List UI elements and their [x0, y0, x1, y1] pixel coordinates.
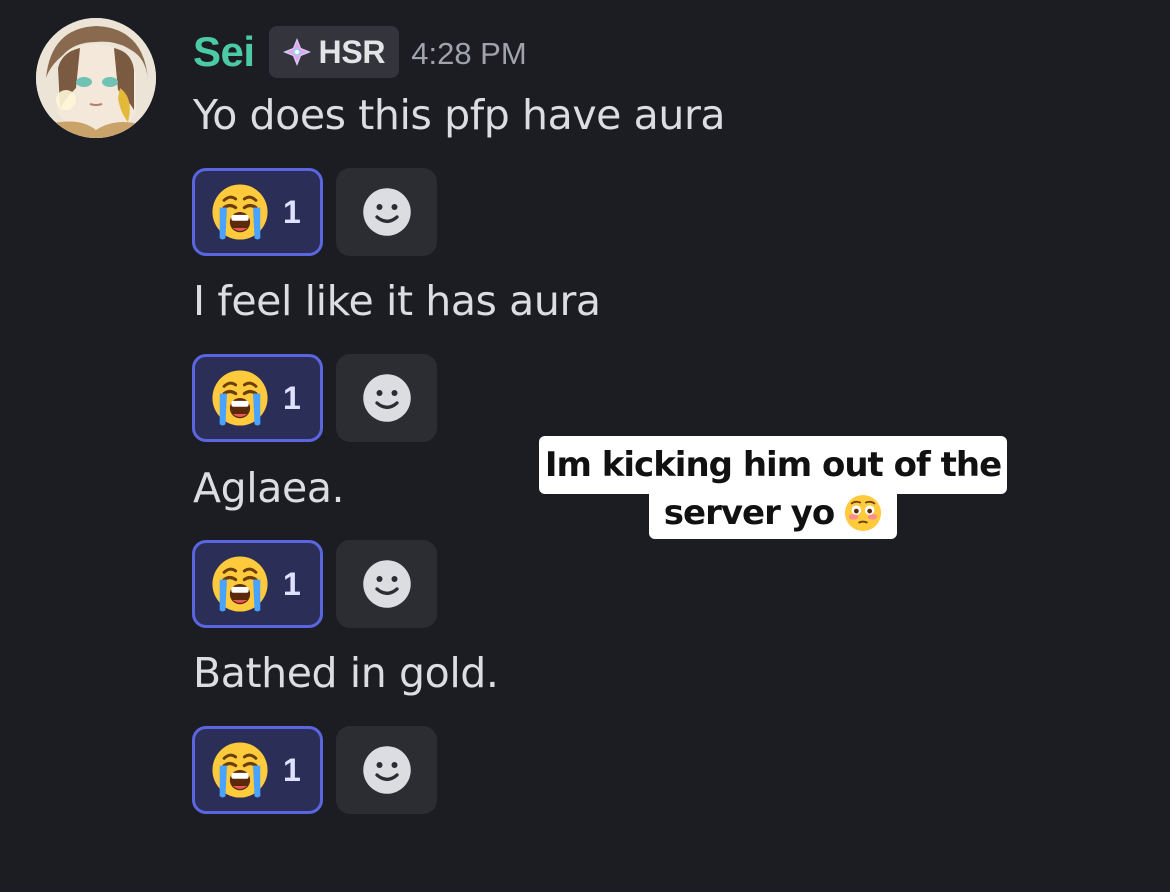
smiley-face-icon	[361, 187, 412, 237]
avatar-image	[36, 18, 156, 138]
author-name[interactable]: Sei	[193, 28, 255, 76]
smiley-face-icon	[361, 745, 412, 795]
avatar[interactable]	[36, 18, 156, 138]
message-text-4: Bathed in gold.	[193, 649, 499, 697]
reaction-loudly-crying-face[interactable]: 1	[192, 354, 323, 442]
add-reaction-button[interactable]	[336, 540, 437, 628]
reaction-count: 1	[283, 565, 301, 602]
caption-text-1: Im kicking him out of the	[544, 445, 1002, 485]
loudly-crying-face-icon	[211, 369, 269, 427]
smiley-face-icon	[361, 373, 412, 423]
reaction-loudly-crying-face[interactable]: 1	[192, 726, 323, 814]
loudly-crying-face-icon	[211, 555, 269, 613]
reaction-bar-3: 1	[192, 540, 437, 628]
loudly-crying-face-icon	[211, 741, 269, 799]
overlay-caption-line-2: server yo	[649, 486, 897, 539]
reaction-bar-4: 1	[192, 726, 437, 814]
reaction-count: 1	[283, 193, 301, 230]
add-reaction-button[interactable]	[336, 354, 437, 442]
loudly-crying-face-icon	[211, 183, 269, 241]
server-tag-label: HSR	[318, 33, 386, 70]
diamond-sparkle-icon	[282, 38, 311, 66]
smiley-face-icon	[361, 559, 412, 609]
server-tag[interactable]: HSR	[268, 26, 400, 78]
reaction-count: 1	[283, 379, 301, 416]
message-text-3: Aglaea.	[193, 464, 345, 512]
message-header: Sei HSR 4:28 PM	[193, 25, 527, 79]
add-reaction-button[interactable]	[336, 726, 437, 814]
reaction-bar-2: 1	[192, 354, 437, 442]
flushed-face-icon	[845, 494, 882, 531]
reaction-bar-1: 1	[192, 168, 437, 256]
reaction-count: 1	[283, 751, 301, 788]
message-text-2: I feel like it has aura	[193, 277, 601, 325]
message-timestamp[interactable]: 4:28 PM	[411, 32, 526, 72]
reaction-loudly-crying-face[interactable]: 1	[192, 168, 323, 256]
caption-text-2: server yo	[663, 492, 835, 533]
reaction-loudly-crying-face[interactable]: 1	[192, 540, 323, 628]
message-text-1: Yo does this pfp have aura	[193, 91, 726, 139]
add-reaction-button[interactable]	[336, 168, 437, 256]
